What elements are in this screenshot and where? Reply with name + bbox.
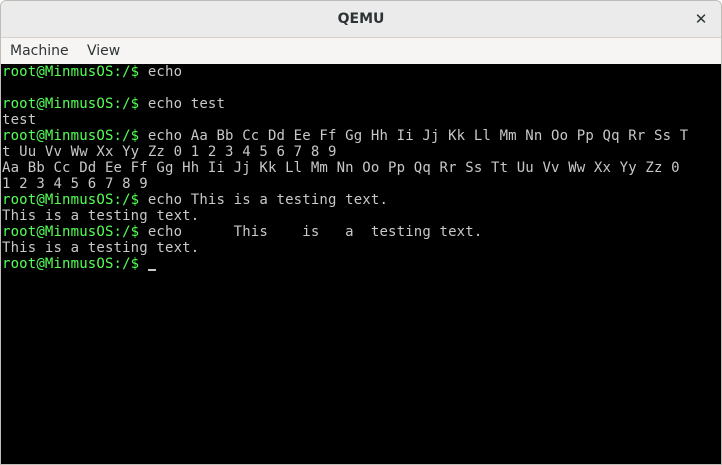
menu-machine[interactable]: Machine	[10, 38, 69, 64]
shell-prompt: root@MinmusOS:/$	[2, 96, 140, 112]
text-cursor	[147, 269, 156, 271]
line-text: echo	[139, 64, 183, 80]
terminal-line: This is a testing text.	[2, 208, 199, 224]
terminal-line: root@MinmusOS:/$ echo This is a testing …	[2, 192, 388, 208]
close-icon[interactable]: ✕	[689, 7, 713, 31]
line-text: echo This is a testing text.	[139, 224, 483, 240]
title-bar[interactable]: QEMU ✕	[1, 1, 721, 38]
terminal-line: root@MinmusOS:/$ echo Aa Bb Cc Dd Ee Ff …	[2, 128, 688, 144]
line-text	[139, 256, 148, 272]
shell-prompt: root@MinmusOS:/$	[2, 256, 140, 272]
menu-view[interactable]: View	[87, 38, 120, 64]
terminal-screen[interactable]: root@MinmusOS:/$ echo root@MinmusOS:/$ e…	[1, 64, 721, 464]
line-text: echo This is a testing text.	[139, 192, 389, 208]
terminal-line: test	[2, 112, 36, 128]
terminal-line: Aa Bb Cc Dd Ee Ff Gg Hh Ii Jj Kk Ll Mm N…	[2, 160, 680, 176]
window-title: QEMU	[337, 11, 385, 27]
shell-prompt: root@MinmusOS:/$	[2, 64, 140, 80]
line-text: Aa Bb Cc Dd Ee Ff Gg Hh Ii Jj Kk Ll Mm N…	[2, 160, 680, 176]
terminal-line: 1 2 3 4 5 6 7 8 9	[2, 176, 148, 192]
line-text: t Uu Vv Ww Xx Yy Zz 0 1 2 3 4 5 6 7 8 9	[2, 144, 337, 160]
terminal-line: root@MinmusOS:/$ echo	[2, 64, 182, 80]
line-text: echo test	[139, 96, 226, 112]
terminal-line: This is a testing text.	[2, 240, 199, 256]
line-text: This is a testing text.	[2, 240, 200, 256]
line-text: 1 2 3 4 5 6 7 8 9	[2, 176, 148, 192]
line-text: test	[2, 112, 37, 128]
line-text: echo Aa Bb Cc Dd Ee Ff Gg Hh Ii Jj Kk Ll…	[139, 128, 689, 144]
shell-prompt: root@MinmusOS:/$	[2, 224, 140, 240]
shell-prompt: root@MinmusOS:/$	[2, 192, 140, 208]
terminal-line: t Uu Vv Ww Xx Yy Zz 0 1 2 3 4 5 6 7 8 9	[2, 144, 337, 160]
terminal-line: root@MinmusOS:/$	[2, 256, 156, 272]
qemu-window: QEMU ✕ Machine View root@MinmusOS:/$ ech…	[0, 0, 722, 465]
menu-bar: Machine View	[1, 38, 721, 64]
terminal-line: root@MinmusOS:/$ echo test	[2, 96, 225, 112]
line-text: This is a testing text.	[2, 208, 200, 224]
shell-prompt: root@MinmusOS:/$	[2, 128, 140, 144]
terminal-line: root@MinmusOS:/$ echo This is a testing …	[2, 224, 482, 240]
